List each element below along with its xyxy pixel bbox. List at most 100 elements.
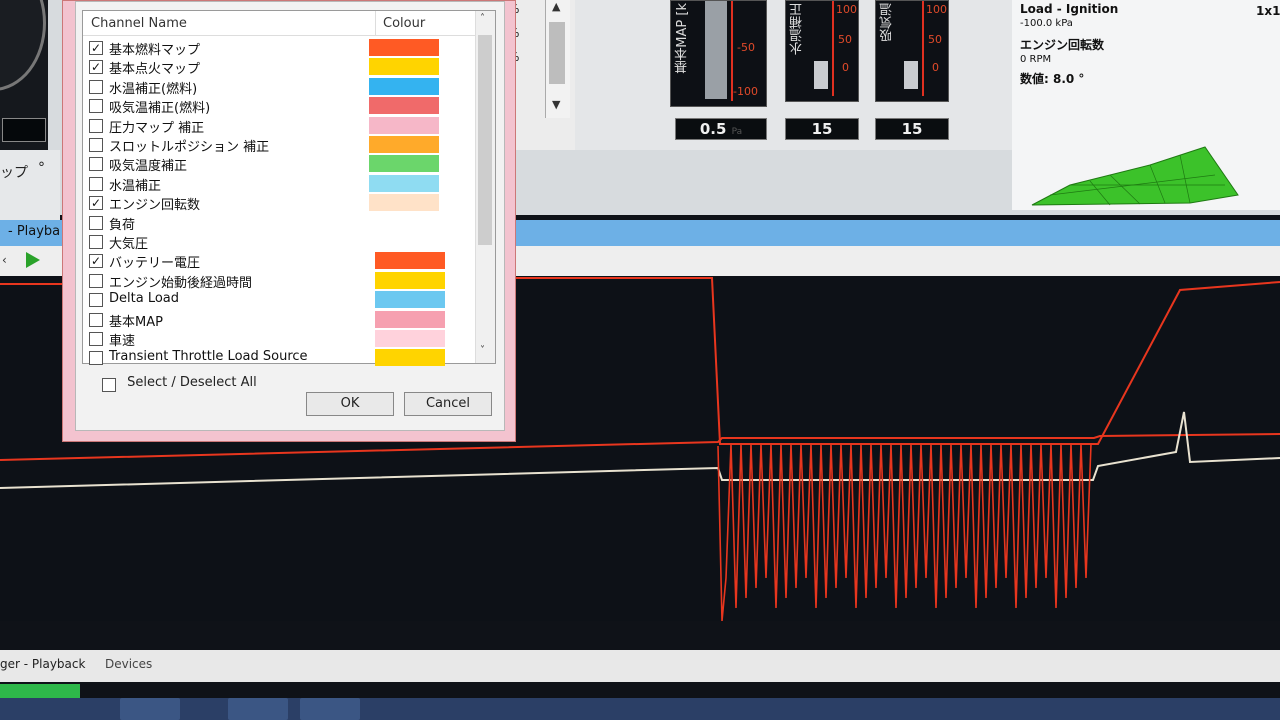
channel-row[interactable]: 吸気温度補正 [89,155,469,174]
colour-swatch[interactable] [369,39,439,56]
water-temp-bar-fill [814,61,828,89]
scroll-up-icon[interactable]: ˄ [480,13,485,24]
colour-swatch[interactable] [369,136,439,153]
header-channel-name[interactable]: Channel Name [91,16,187,31]
intake-temp-tick: 100 [926,3,947,16]
tab-playback[interactable]: ger - Playback [0,657,85,671]
channel-row[interactable]: 負荷 [89,214,469,233]
channel-label: 水温補正 [109,178,162,194]
intake-temp-bar-gauge: 吸気温 100 50 0 [875,0,949,102]
taskbar-app-button[interactable] [228,698,288,720]
header-colour[interactable]: Colour [383,16,425,31]
channel-label: 大気圧 [109,237,149,252]
colour-swatch[interactable] [375,330,445,347]
channel-label: 車速 [109,334,136,349]
channel-row[interactable]: スロットルポジション 補正 [89,136,469,155]
channel-row[interactable]: 車速 [89,330,469,349]
pane-scrollbar[interactable]: ▲ ▼ [545,0,570,118]
colour-swatch[interactable] [375,291,445,309]
channel-row[interactable]: Transient Throttle Load Source [89,349,469,368]
colour-swatch[interactable] [375,310,445,328]
taskbar-app-button[interactable] [300,698,360,720]
ok-button[interactable]: OK [306,392,394,416]
channel-checkbox[interactable] [89,138,103,152]
channel-row[interactable]: 水温補正 [89,174,469,194]
map-readout-value: 0.5 [699,120,727,138]
rpm-value: 0 RPM [1020,54,1052,65]
channel-label: 吸気温度補正 [109,159,188,175]
channel-checkbox[interactable] [89,312,103,327]
channel-label: エンジン始動後経過時間 [109,275,253,291]
channel-list[interactable]: Channel Name Colour ✓ 基本燃料マップ ✓ 基本点火マップ 水温補正… [82,10,496,367]
channel-label: 基本MAP [109,314,163,330]
channel-label: Delta Load [109,291,180,307]
pressure-value: -100.0 kPa [1020,18,1073,29]
colour-swatch[interactable] [369,174,439,192]
secondary-tab[interactable]: ° [38,160,45,176]
list-scrollbar[interactable]: ˄ ˅ [475,11,495,363]
channel-checkbox[interactable] [89,118,103,133]
progress-bar [0,684,80,698]
colour-swatch[interactable] [369,116,439,134]
channel-checkbox[interactable]: ✓ [89,60,103,75]
play-icon[interactable] [26,252,40,268]
colour-swatch[interactable] [369,155,439,173]
channel-select-dialog: Channel Name Colour ✓ 基本燃料マップ ✓ 基本点火マップ 水温補正… [62,0,516,442]
channel-row[interactable]: 圧力マップ 補正 [89,116,469,136]
channel-row[interactable]: 大気圧 [89,233,469,252]
map-readout: 0.5 Pa [675,118,767,140]
map-bar-gauge: 基本MAP [k -50 -100 [670,0,767,107]
taskbar-app-button[interactable] [120,698,180,720]
colour-swatch[interactable] [369,77,439,95]
channel-checkbox[interactable] [89,176,103,191]
cancel-button[interactable]: Cancel [404,392,492,416]
water-temp-readout: 15 [785,118,859,140]
channel-checkbox[interactable] [89,99,103,114]
scroll-down-icon[interactable]: ▼ [552,98,560,111]
channel-checkbox[interactable] [89,79,103,94]
colour-swatch[interactable] [375,252,445,270]
scroll-down-icon[interactable]: ˅ [480,345,485,356]
scroll-thumb[interactable] [478,35,492,245]
channel-checkbox[interactable] [89,235,103,249]
channel-checkbox[interactable] [89,273,103,288]
channel-checkbox[interactable] [89,351,103,366]
colour-swatch[interactable] [375,349,445,367]
header-separator [375,11,376,35]
select-all-row[interactable]: Select / Deselect All [102,372,257,392]
colour-swatch[interactable] [369,58,439,76]
channel-row[interactable]: Delta Load [89,291,469,310]
channel-row[interactable]: ✓ バッテリー電圧 [89,252,469,271]
taskbar [0,698,1280,720]
channel-label: エンジン回転数 [109,198,201,214]
channel-row[interactable]: ✓ エンジン回転数 [89,194,469,213]
map-tab[interactable]: ップ [0,162,28,182]
channel-checkbox[interactable] [89,293,103,308]
channel-row[interactable]: エンジン始動後経過時間 [89,271,469,291]
channel-row[interactable]: 水温補正(燃料) [89,77,469,97]
rewind-icon[interactable]: ‹ [2,253,7,267]
status-tabs-bar: ger - Playback Devices [0,650,1280,682]
channel-checkbox[interactable] [89,157,103,172]
channel-checkbox[interactable]: ✓ [89,41,103,55]
colour-swatch[interactable] [369,194,439,212]
intake-temp-tick: 50 [928,33,942,46]
tab-devices[interactable]: Devices [105,657,152,671]
channel-row[interactable]: 基本MAP [89,310,469,330]
channel-row[interactable]: 吸気温補正(燃料) [89,97,469,116]
scroll-up-icon[interactable]: ▲ [552,0,560,13]
trace-oscillation [717,443,1092,622]
colour-swatch[interactable] [375,271,445,289]
map-bar-label: 基本MAP [k [675,3,690,74]
channel-checkbox[interactable]: ✓ [89,196,103,211]
scroll-thumb[interactable] [549,22,565,84]
channel-checkbox[interactable] [89,332,103,346]
left-tab-strip: ップ ° [0,150,60,220]
colour-swatch[interactable] [369,97,439,115]
select-all-checkbox[interactable] [102,377,116,392]
channel-row[interactable]: ✓ 基本燃料マップ [89,39,469,58]
channel-checkbox[interactable]: ✓ [89,254,103,269]
channel-checkbox[interactable] [89,215,103,230]
channel-row[interactable]: ✓ 基本点火マップ [89,58,469,77]
map-bar-tick: -50 [737,41,755,54]
